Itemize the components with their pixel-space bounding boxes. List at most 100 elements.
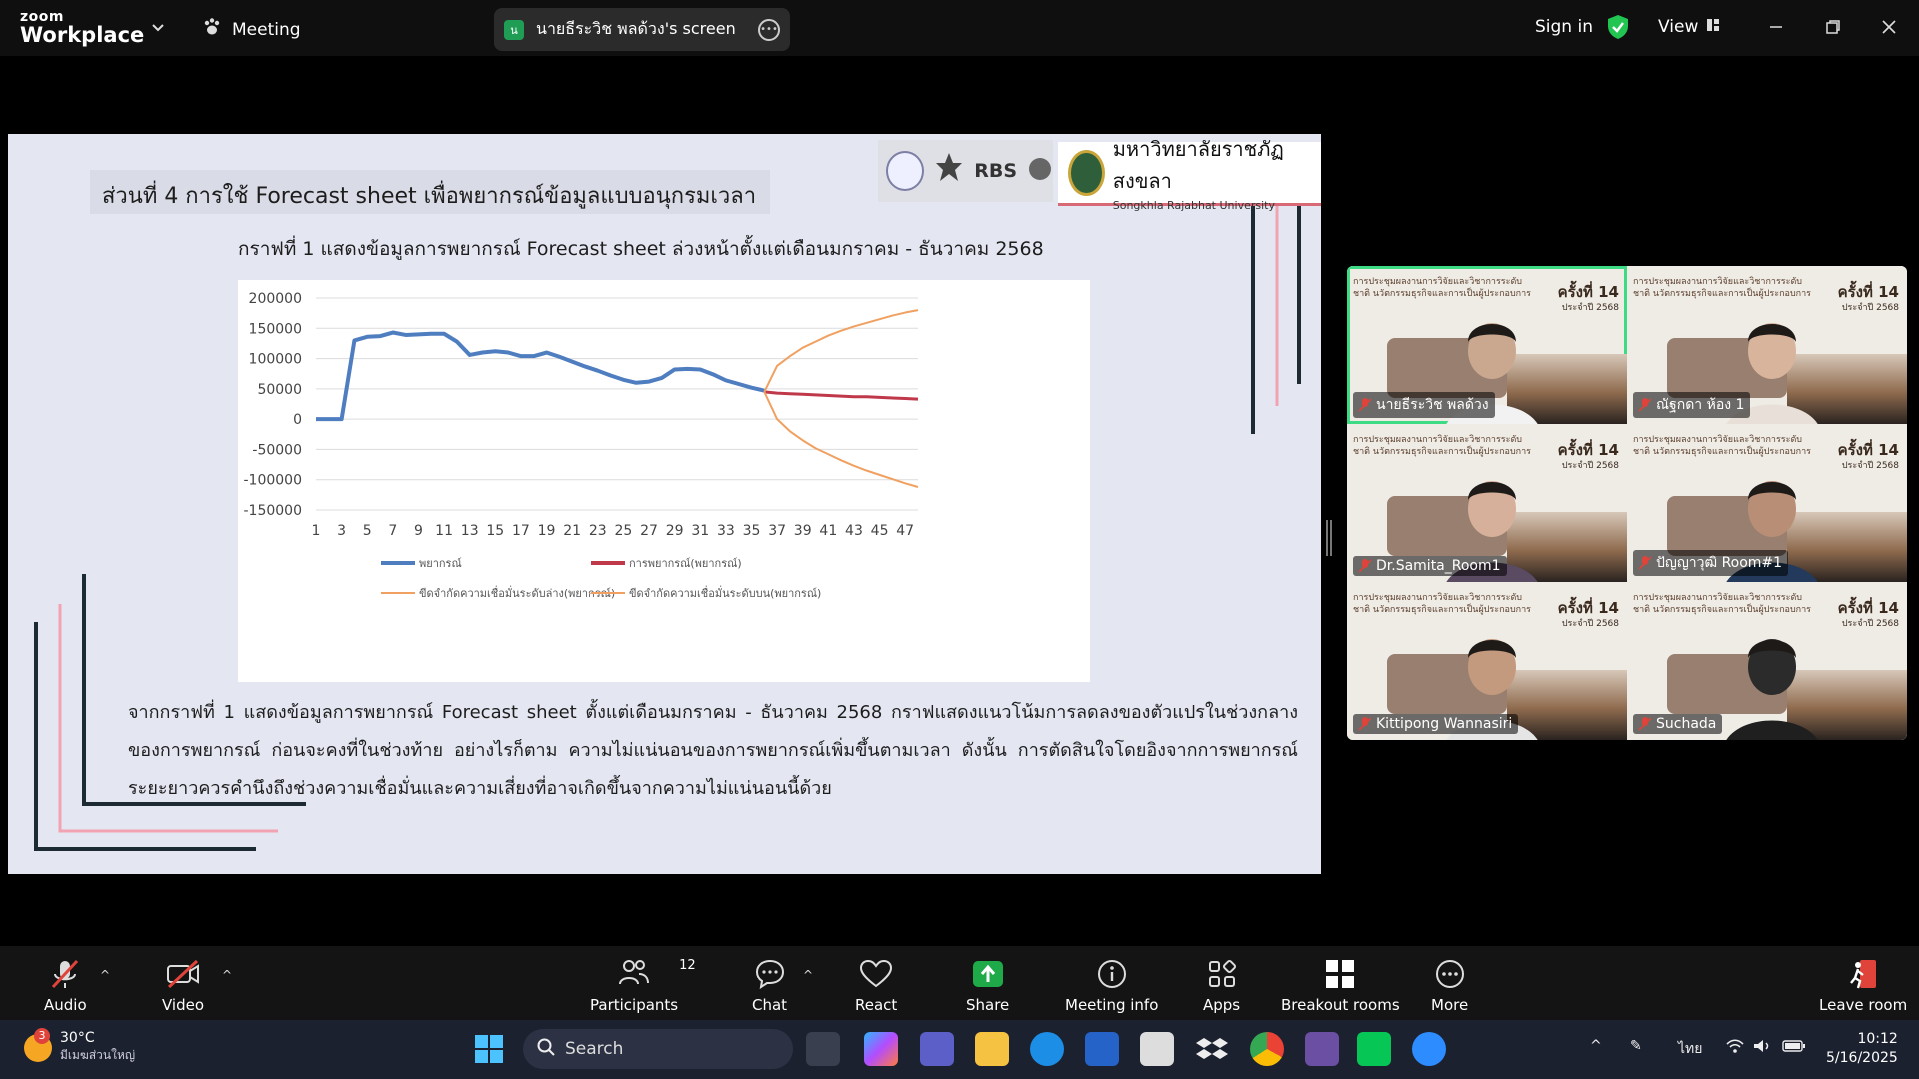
participant-tile[interactable]: การประชุมผลงานการวิจัยและวิชาการระดับชาต… — [1627, 424, 1907, 582]
x-tick-label: 37 — [768, 523, 786, 539]
virtual-background-round: ครั้งที่ 14 ประจำปี 2568 — [1558, 442, 1619, 474]
sharer-badge: น — [504, 19, 524, 40]
meeting-tab[interactable]: Meeting — [202, 17, 301, 42]
task-view-icon[interactable] — [806, 1032, 840, 1066]
zoom-app-icon[interactable] — [1412, 1032, 1446, 1066]
round-subtitle: ประจำปี 2568 — [1841, 303, 1899, 313]
screen-share-indicator[interactable]: น นายธีระวิช พลด้วง's screen ••• — [494, 8, 790, 51]
virtual-background-text: การประชุมผลงานการวิจัยและวิชาการระดับชาต… — [1633, 277, 1812, 299]
round-subtitle: ประจำปี 2568 — [1841, 619, 1899, 629]
input-language[interactable]: ไทย — [1678, 1038, 1702, 1060]
virtual-background-text: การประชุมผลงานการวิจัยและวิชาการระดับชาต… — [1353, 435, 1532, 457]
snipping-tool-icon[interactable] — [1305, 1032, 1339, 1066]
minimize-icon[interactable] — [1763, 14, 1789, 40]
x-tick-label: 1 — [312, 523, 321, 539]
x-tick-label: 13 — [461, 523, 479, 539]
store-icon[interactable] — [1085, 1032, 1119, 1066]
chat-options-chevron-icon[interactable]: ^ — [803, 968, 813, 982]
close-icon[interactable] — [1876, 14, 1902, 40]
amazon-icon[interactable] — [1140, 1032, 1174, 1066]
search-label: Search — [565, 1039, 624, 1059]
windows-start-icon[interactable] — [473, 1033, 507, 1067]
participant-tile[interactable]: การประชุมผลงานการวิจัยและวิชาการระดับชาต… — [1627, 266, 1907, 424]
participant-tile[interactable]: การประชุมผลงานการวิจัยและวิชาการระดับชาต… — [1347, 582, 1627, 740]
more-icon — [1434, 956, 1466, 992]
teams-icon[interactable] — [920, 1032, 954, 1066]
react-button[interactable]: React — [855, 956, 897, 1014]
virtual-background-text: การประชุมผลงานการวิจัยและวิชาการระดับชาต… — [1353, 593, 1532, 615]
info-icon — [1096, 956, 1128, 992]
x-tick-label: 41 — [819, 523, 837, 539]
volume-icon[interactable] — [1752, 1038, 1772, 1058]
virtual-background-text: การประชุมผลงานการวิจัยและวิชาการระดับชาต… — [1353, 277, 1532, 299]
pen-icon[interactable]: ✎ — [1630, 1038, 1642, 1054]
search-icon — [537, 1038, 555, 1061]
copilot-icon[interactable] — [864, 1032, 898, 1066]
restore-icon[interactable] — [1820, 14, 1846, 40]
view-menu[interactable]: View — [1658, 17, 1720, 37]
video-button[interactable]: Video — [162, 956, 204, 1014]
meeting-info-button[interactable]: Meeting info — [1065, 956, 1158, 1014]
leave-room-button[interactable]: Leave room — [1819, 956, 1907, 1014]
participant-video — [1726, 639, 1818, 740]
taskbar-search[interactable]: Search — [523, 1029, 793, 1069]
virtual-background-round: ครั้งที่ 14 ประจำปี 2568 — [1838, 600, 1899, 632]
dropbox-icon[interactable] — [1195, 1032, 1229, 1066]
panel-resize-handle[interactable] — [1326, 520, 1332, 556]
participant-tile[interactable]: การประชุมผลงานการวิจัยและวิชาการระดับชาต… — [1347, 424, 1627, 582]
battery-icon[interactable] — [1782, 1038, 1806, 1058]
participant-name: นายธีระวิช พลด้วง — [1376, 397, 1489, 413]
round-subtitle: ประจำปี 2568 — [1841, 461, 1899, 471]
share-screen-button[interactable]: Share — [966, 956, 1009, 1014]
round-title: ครั้งที่ 14 — [1837, 441, 1899, 459]
meeting-toolbar: Audio ^ Video ^ 12 Participants Chat ^ R… — [0, 946, 1919, 1020]
more-button[interactable]: More — [1431, 956, 1468, 1014]
view-label: View — [1658, 17, 1699, 37]
security-shield-icon[interactable] — [1607, 14, 1629, 44]
x-tick-label: 5 — [363, 523, 372, 539]
participant-tile[interactable]: การประชุมผลงานการวิจัยและวิชาการระดับชาต… — [1627, 582, 1907, 740]
participant-name: Kittipong Wannasiri — [1376, 716, 1513, 732]
legend-label: การพยากรณ์(พยากรณ์) — [629, 557, 742, 570]
more-options-icon[interactable]: ••• — [758, 18, 780, 41]
x-tick-label: 19 — [538, 523, 556, 539]
edge-icon[interactable] — [1030, 1032, 1064, 1066]
round-title: ครั้งที่ 14 — [1837, 283, 1899, 301]
audio-options-chevron-icon[interactable]: ^ — [100, 968, 110, 982]
show-hidden-icons-chevron-icon[interactable]: ^ — [1590, 1038, 1602, 1054]
series-line — [763, 391, 919, 488]
round-title: ครั้งที่ 14 — [1557, 283, 1619, 301]
virtual-background-text: การประชุมผลงานการวิจัยและวิชาการระดับชาต… — [1633, 593, 1812, 615]
audio-button[interactable]: Audio — [44, 956, 87, 1014]
rbs-logo: RBS — [974, 160, 1017, 182]
mic-muted-icon — [1358, 398, 1372, 412]
system-clock[interactable]: 10:12 5/16/2025 — [1826, 1030, 1898, 1068]
title-bar: zoom Workplace Meeting น นายธีระวิช พลด้… — [0, 0, 1919, 56]
weather-widget[interactable]: 3 30°C มีเมฆส่วนใหญ่ — [24, 1027, 135, 1065]
clock-date: 5/16/2025 — [1826, 1050, 1898, 1066]
chat-button[interactable]: Chat — [752, 956, 787, 1014]
forecast-chart: 200000 150000 100000 50000 0 -50000 -100000 -15… — [238, 280, 1090, 682]
chrome-icon[interactable] — [1250, 1032, 1284, 1066]
sign-in-link[interactable]: Sign in — [1535, 17, 1593, 37]
breakout-rooms-button[interactable]: Breakout rooms — [1281, 956, 1400, 1014]
line-app-icon[interactable] — [1357, 1032, 1391, 1066]
wifi-icon[interactable] — [1725, 1038, 1745, 1058]
y-tick-label: 0 — [293, 412, 302, 428]
chevron-down-icon[interactable] — [150, 20, 166, 36]
chat-label: Chat — [752, 996, 788, 1014]
mic-muted-icon — [1638, 398, 1652, 412]
participant-tile[interactable]: การประชุมผลงานการวิจัยและวิชาการระดับชาต… — [1347, 266, 1627, 424]
round-title: ครั้งที่ 14 — [1837, 599, 1899, 617]
meeting-label: Meeting — [232, 19, 301, 40]
apps-button[interactable]: Apps — [1203, 956, 1240, 1014]
participant-name: Dr.Samita_Room1 — [1376, 558, 1501, 574]
participant-name-tag: ปัญญาวุฒิ Room#1 — [1633, 550, 1789, 576]
y-tick-label: 200000 — [249, 291, 302, 307]
file-explorer-icon[interactable] — [975, 1032, 1009, 1066]
video-options-chevron-icon[interactable]: ^ — [222, 968, 232, 982]
participants-button[interactable]: 12 Participants — [590, 956, 696, 1014]
emblem-icon — [934, 151, 964, 191]
round-title: ครั้งที่ 14 — [1557, 441, 1619, 459]
university-banner: มหาวิทยาลัยราชภัฏสงขลา Songkhla Rajabhat… — [1058, 137, 1321, 212]
